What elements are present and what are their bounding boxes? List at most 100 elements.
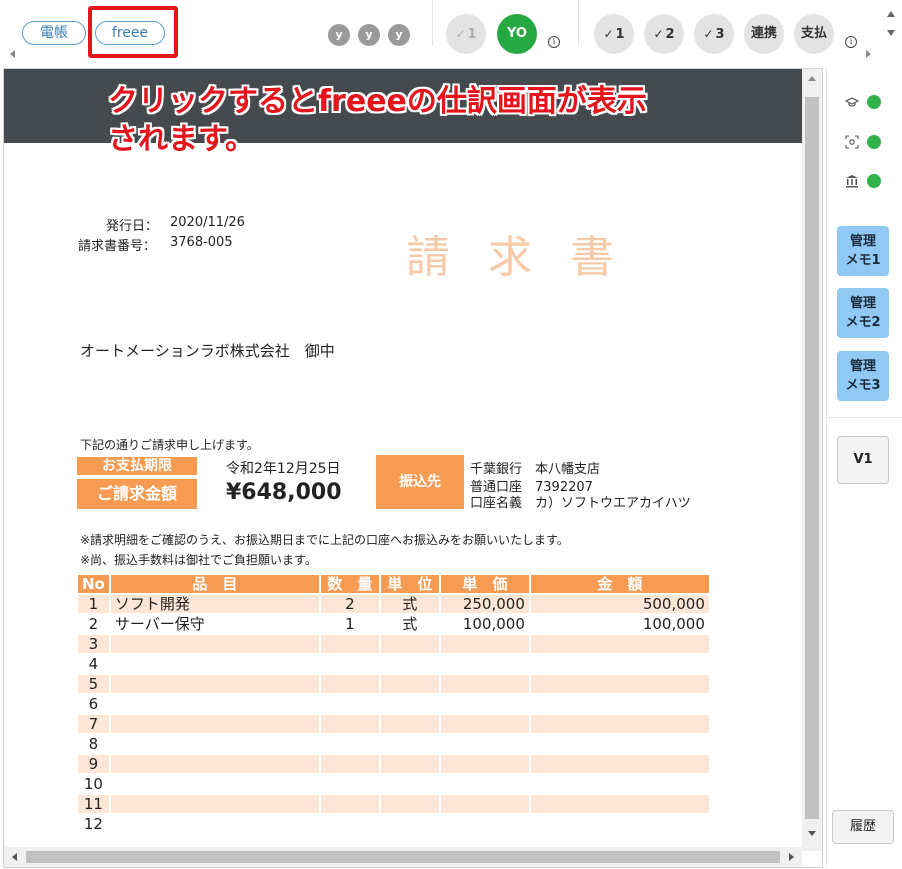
unit-cell <box>381 815 439 833</box>
annotation-line-2: されます。 <box>108 122 255 157</box>
row-number-cell: 10 <box>83 775 103 793</box>
scroll-down-arrow[interactable] <box>808 831 816 836</box>
toolbar-vertical-scrollbar[interactable] <box>880 0 902 58</box>
item-name-cell <box>111 815 319 833</box>
due-date-label: お支払期限 <box>77 457 197 475</box>
scroll-right-arrow[interactable] <box>866 50 871 58</box>
bank-line-3: 口座名義 カ）ソフトウエアカイハツ <box>470 496 691 511</box>
item-name-cell <box>111 695 319 713</box>
unit-price-cell <box>441 735 529 753</box>
table-row: 10 <box>78 775 709 793</box>
unit-cell <box>381 655 439 673</box>
y-badge-1[interactable]: y <box>328 24 350 46</box>
check-icon: ✓ <box>703 27 714 41</box>
scroll-left-arrow[interactable] <box>10 50 15 58</box>
item-name-cell <box>110 755 319 773</box>
management-memo-3-button[interactable]: 管理 メモ3 <box>837 351 889 401</box>
status-dot-green <box>867 174 881 188</box>
amount-cell <box>531 775 709 793</box>
unit-price-cell <box>440 675 529 693</box>
row-number-cell: 5 <box>78 675 109 693</box>
check-3-label: 3 <box>715 27 725 42</box>
item-name-cell <box>111 775 319 793</box>
unit-price-cell <box>441 775 529 793</box>
table-row: 9 <box>78 755 709 773</box>
check-icon: ✓ <box>653 27 664 41</box>
check-1-label: 1 <box>467 27 477 42</box>
unit-cell <box>380 715 439 733</box>
row-number-cell: 7 <box>78 715 109 733</box>
toolbar-horizontal-scrollbar[interactable] <box>0 46 880 60</box>
scroll-up-arrow[interactable] <box>808 76 816 81</box>
viewer-horizontal-scrollbar[interactable] <box>4 847 802 867</box>
check-2-label: 2 <box>665 27 675 42</box>
amount-cell <box>530 715 709 733</box>
row-number-cell: 4 <box>88 655 99 673</box>
billing-amount: ¥648,000 <box>226 480 342 505</box>
horizontal-scroll-thumb[interactable] <box>26 851 780 863</box>
table-row: 12 <box>78 815 709 833</box>
y-badge-3[interactable]: y <box>388 24 410 46</box>
item-name-cell <box>110 635 319 653</box>
issue-date: 2020/11/26 <box>170 215 245 230</box>
right-side-panel: 管理 メモ1 管理 メモ2 管理 メモ3 V1 履歴 <box>826 68 902 868</box>
invoice-items-body: 1 ソフト開発 2 式 250,000 500,000 2 サーバー保守 1 式 100,000 10… <box>78 595 709 833</box>
toolbar-vscroll-arrows <box>887 11 895 36</box>
billing-amount-label: ご請求金額 <box>77 479 197 509</box>
quantity-cell <box>321 815 379 833</box>
invoice-title: 請求書 <box>406 232 652 283</box>
table-row: 4 <box>78 655 709 673</box>
row-number-cell: 12 <box>83 815 103 833</box>
item-name-cell <box>110 795 319 813</box>
unit-cell: 式 <box>380 595 439 613</box>
note-1: ※請求明細をご確認のうえ、お振込期日までに上記の口座へお振込みをお願いいたします… <box>80 533 569 547</box>
graduation-cap-icon <box>844 95 860 109</box>
table-row: 1 ソフト開発 2 式 250,000 500,000 <box>78 595 709 613</box>
document-viewer: 発行日： 2020/11/26 請求書番号： 3768-005 請求書 オートメ… <box>3 68 823 868</box>
scroll-up-arrow[interactable] <box>887 11 895 17</box>
viewer-vertical-scrollbar[interactable] <box>802 69 822 851</box>
item-name-cell <box>110 715 319 733</box>
unit-price-cell: 250,000 <box>440 595 529 613</box>
intro-text: 下記の通りご請求申し上げます。 <box>80 438 259 452</box>
version-v1-button[interactable]: V1 <box>837 436 889 484</box>
check-1-label: 1 <box>615 27 625 42</box>
management-memo-1-button[interactable]: 管理 メモ1 <box>837 226 889 276</box>
unit-price-cell: 100,000 <box>462 615 525 633</box>
management-memo-2-button[interactable]: 管理メモ2 <box>837 288 889 338</box>
check-icon: ✓ <box>603 27 614 41</box>
amount-cell <box>530 795 709 813</box>
row-number-cell: 1 <box>78 595 109 613</box>
table-row: 3 <box>78 635 709 653</box>
quantity-cell <box>320 675 379 693</box>
memo-line-2: メモ2 <box>845 315 881 330</box>
toolbar-divider <box>432 0 433 46</box>
memo-line-1: 管理 <box>849 296 876 311</box>
vertical-scroll-thumb[interactable] <box>805 97 819 819</box>
table-row: 11 <box>78 795 709 813</box>
header-qty: 数 量 <box>320 575 379 593</box>
amount-cell <box>531 735 709 753</box>
amount-cell <box>531 695 709 713</box>
toolbar-divider <box>578 0 579 46</box>
row-number-cell: 2 <box>88 615 99 633</box>
scroll-right-arrow[interactable] <box>789 853 794 861</box>
unit-cell <box>380 635 439 653</box>
memo-line-1: 管理 <box>849 234 876 249</box>
header-unit: 単 位 <box>380 575 439 593</box>
quantity-cell <box>321 735 379 753</box>
y-badge-2[interactable]: y <box>358 24 380 46</box>
scroll-down-arrow[interactable] <box>887 30 895 36</box>
quantity-cell <box>321 775 379 793</box>
unit-price-cell <box>440 755 529 773</box>
recipient-name: オートメーションラボ株式会社 御中 <box>80 342 335 360</box>
denchou-button[interactable]: 電帳 <box>22 21 86 45</box>
scroll-left-arrow[interactable] <box>12 853 17 861</box>
header-price: 単 価 <box>440 575 529 593</box>
memo-line-2: メモ3 <box>845 378 881 393</box>
header-amount: 金 額 <box>530 575 709 593</box>
history-button[interactable]: 履歴 <box>832 810 894 844</box>
bank-transfer-label: 振込先 <box>376 455 464 509</box>
unit-price-cell <box>440 635 529 653</box>
amount-cell <box>530 755 709 773</box>
